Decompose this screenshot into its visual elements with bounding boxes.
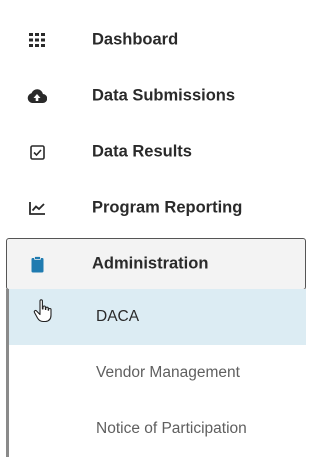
sidebar-item-program-reporting[interactable]: Program Reporting	[0, 180, 306, 236]
submenu-item-vendor-management[interactable]: Vendor Management	[9, 345, 306, 401]
sidebar-item-label: Program Reporting	[92, 198, 243, 217]
hand-pointer-icon	[33, 299, 53, 328]
submenu-item-notice-of-participation[interactable]: Notice of Participation	[9, 401, 306, 457]
line-chart-icon	[26, 197, 48, 219]
submenu-item-label: Notice of Participation	[96, 420, 247, 437]
submenu-item-label: DACA	[96, 308, 140, 325]
sidebar-nav: Dashboard Data Submissions Data Results …	[0, 0, 306, 457]
sidebar-item-data-results[interactable]: Data Results	[0, 124, 306, 180]
grid-icon	[26, 29, 48, 51]
submenu-item-label: Vendor Management	[96, 364, 240, 381]
clipboard-icon	[26, 253, 48, 275]
sidebar-item-label: Administration	[92, 254, 209, 273]
sidebar-item-dashboard[interactable]: Dashboard	[0, 12, 306, 68]
submenu-item-daca[interactable]: DACA	[9, 289, 306, 345]
cloud-upload-icon	[26, 85, 48, 107]
sidebar-item-administration[interactable]: Administration	[6, 238, 306, 290]
checkbox-icon	[26, 141, 48, 163]
sidebar-item-data-submissions[interactable]: Data Submissions	[0, 68, 306, 124]
sidebar-item-label: Data Results	[92, 142, 192, 161]
administration-submenu: DACA Vendor Management Notice of Partici…	[6, 289, 306, 457]
sidebar-item-label: Dashboard	[92, 30, 179, 49]
sidebar-item-label: Data Submissions	[92, 86, 236, 105]
